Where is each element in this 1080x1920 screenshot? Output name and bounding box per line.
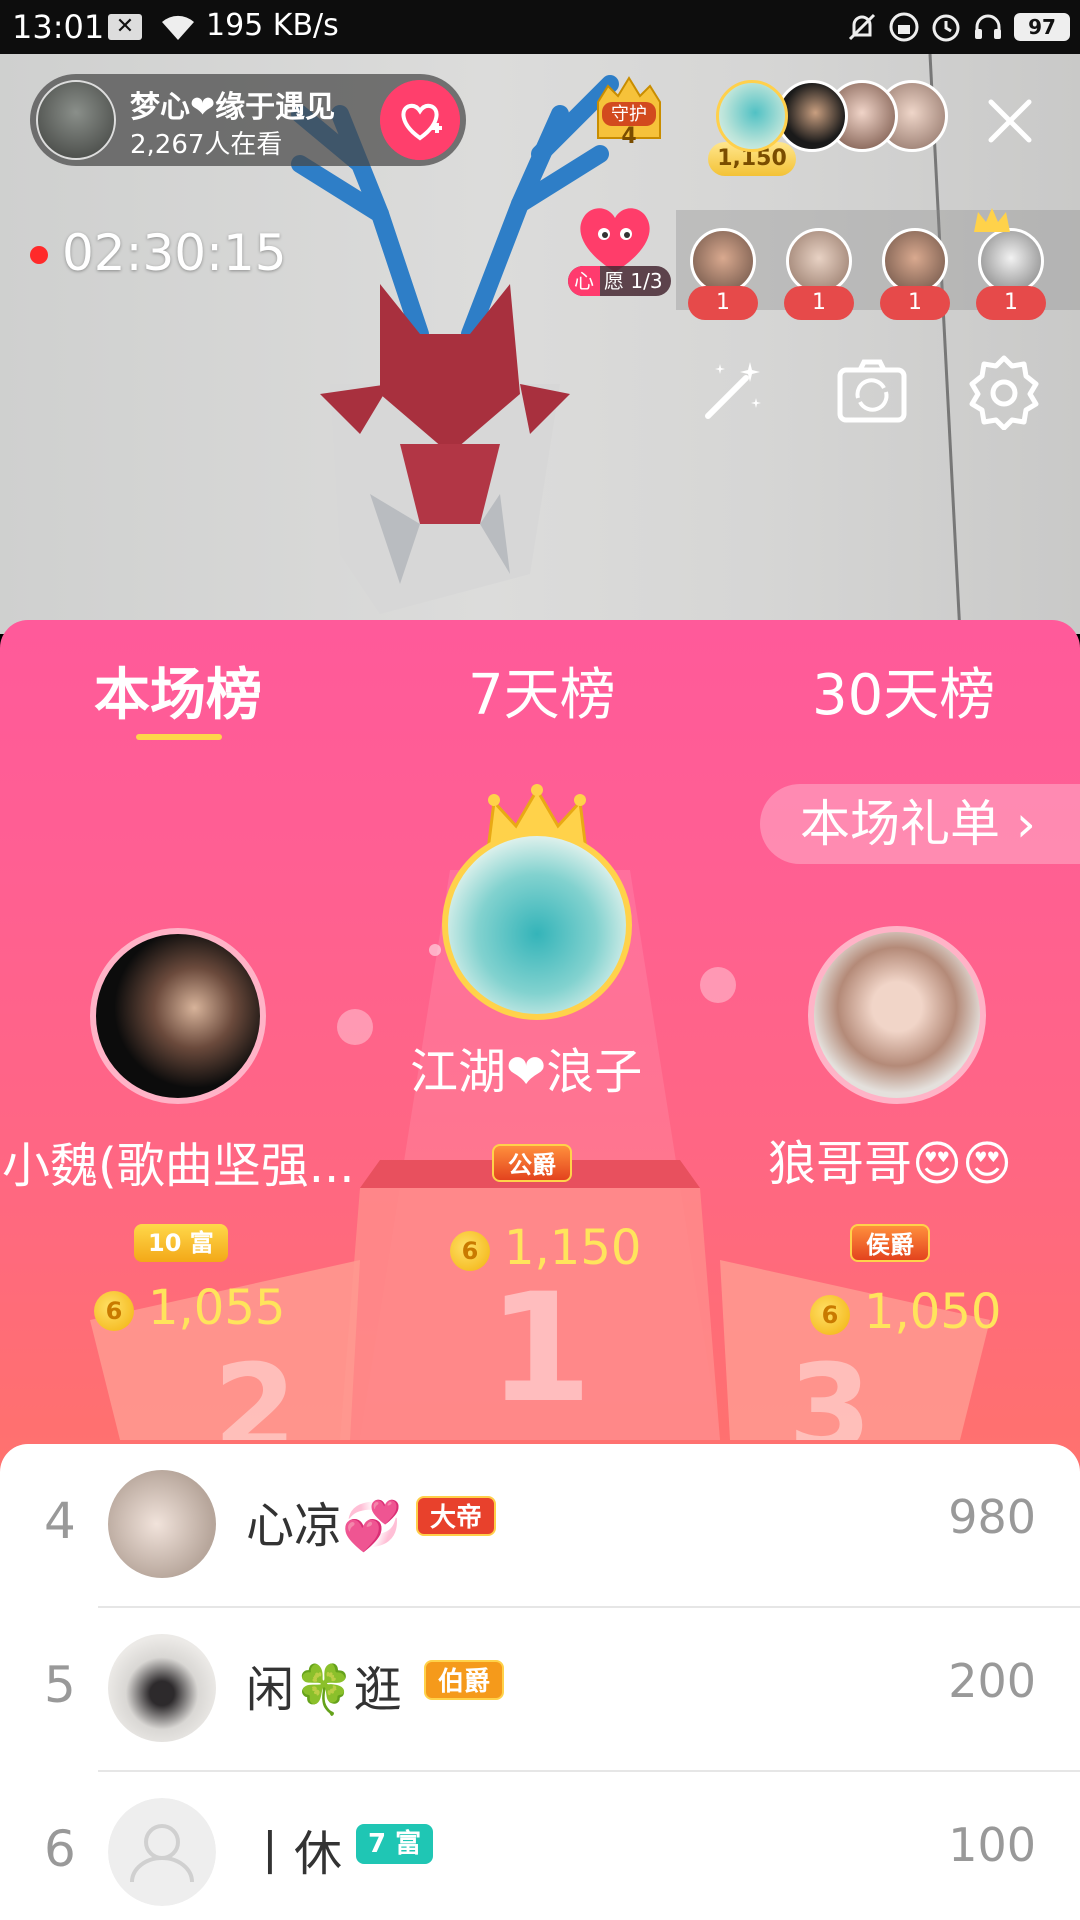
- rank-2-name[interactable]: 小魏(歌曲坚强...: [2, 1126, 355, 1196]
- top-contributors[interactable]: [716, 80, 948, 156]
- guard-label: 守护: [611, 104, 647, 125]
- coin-icon: 6: [450, 1231, 490, 1271]
- wifi-icon: [162, 15, 194, 41]
- gift-count: 1: [784, 286, 854, 320]
- alarm-icon: [932, 14, 960, 42]
- live-video-area: 梦心❤缘于遇见 2,267人在看 守护 4 1,150 02:30:15 心 愿…: [0, 54, 1080, 634]
- rank-1-score: 6 1,150: [450, 1220, 641, 1276]
- rank-2-avatar[interactable]: [90, 928, 266, 1104]
- live-timer: 02:30:15: [62, 224, 287, 282]
- battery-icon: 97: [1014, 13, 1070, 41]
- rank-1-title-badge: 公爵: [492, 1144, 572, 1182]
- status-icons: 97: [846, 8, 1070, 46]
- lock-icon: [889, 12, 919, 42]
- wish-prefix: 心: [568, 266, 600, 296]
- rank-1-name[interactable]: 江湖❤浪子: [410, 1032, 642, 1102]
- rank-3-avatar[interactable]: [808, 926, 986, 1104]
- status-badge: 大帝: [416, 1496, 497, 1536]
- session-gift-list-button[interactable]: 本场礼单 ›: [760, 784, 1080, 864]
- avatar[interactable]: [108, 1470, 216, 1578]
- switch-camera-icon[interactable]: [834, 354, 910, 430]
- viewer-count: 2,267人在看: [130, 130, 283, 160]
- host-info-pill[interactable]: 梦心❤缘于遇见 2,267人在看: [30, 74, 466, 166]
- list-item[interactable]: 6 丨休 7 富 100: [0, 1772, 1080, 1920]
- status-time: 13:01: [12, 8, 105, 46]
- rank-2-wealth-badge: 10 富: [134, 1224, 228, 1262]
- rank-2-score: 6 1,055: [94, 1280, 285, 1336]
- tab-this-session[interactable]: 本场榜: [94, 650, 262, 731]
- host-avatar[interactable]: [36, 80, 116, 160]
- row-name[interactable]: 心凉💞: [246, 1486, 402, 1556]
- beauty-magic-wand-icon[interactable]: [694, 354, 770, 430]
- rank-3-title-badge: 侯爵: [850, 1224, 930, 1262]
- status-badge: 伯爵: [424, 1660, 505, 1700]
- list-item[interactable]: 4 心凉💞 大帝 980: [0, 1444, 1080, 1608]
- status-bar: 13:01 ✕ 195 KB/s 97: [0, 0, 1080, 54]
- gift-count: 1: [688, 286, 758, 320]
- row-rank: 6: [44, 1820, 76, 1878]
- tab-30-days[interactable]: 30天榜: [812, 650, 995, 731]
- rank-1-avatar[interactable]: [442, 830, 632, 1020]
- list-item[interactable]: 5 闲🍀逛 伯爵 200: [0, 1608, 1080, 1772]
- guard-count: 4: [621, 124, 637, 149]
- gift-sender-avatar[interactable]: [690, 228, 756, 294]
- host-name: 梦心❤缘于遇见: [130, 90, 336, 125]
- coin-icon: 6: [810, 1295, 850, 1335]
- wish-progress-tag[interactable]: 心 愿 1/3: [568, 266, 671, 296]
- podium-number-3: 3: [788, 1340, 872, 1440]
- row-rank: 5: [44, 1656, 76, 1714]
- settings-gear-icon[interactable]: [966, 354, 1042, 430]
- gift-count: 1: [880, 286, 950, 320]
- notification-x-icon: ✕: [108, 14, 142, 40]
- gift-sender-avatar[interactable]: [882, 228, 948, 294]
- row-score: 200: [948, 1654, 1036, 1708]
- rank-3-score: 6 1,050: [810, 1284, 1001, 1340]
- gift-count: 1: [976, 286, 1046, 320]
- coin-icon: 6: [94, 1291, 134, 1331]
- rank-list: 4 心凉💞 大帝 980 5 闲🍀逛 伯爵 200 6 丨休 7 富 100: [0, 1444, 1080, 1920]
- row-name[interactable]: 闲🍀逛: [246, 1650, 402, 1720]
- row-score: 980: [948, 1490, 1036, 1544]
- status-badge: 7 富: [356, 1824, 434, 1864]
- row-score: 100: [948, 1818, 1036, 1872]
- gift-sender-avatar[interactable]: [978, 228, 1044, 294]
- avatar[interactable]: [108, 1634, 216, 1742]
- row-name[interactable]: 丨休: [246, 1814, 342, 1884]
- wish-heart-icon[interactable]: [572, 198, 658, 276]
- close-icon[interactable]: [985, 96, 1035, 146]
- rank-3-name[interactable]: 狼哥哥😍😍: [768, 1124, 1012, 1194]
- default-avatar-icon[interactable]: [108, 1798, 216, 1906]
- crown-icon: [974, 208, 1010, 232]
- podium-number-2: 2: [213, 1340, 297, 1440]
- wish-progress: 愿 1/3: [604, 269, 663, 293]
- follow-heart-button[interactable]: [380, 80, 460, 160]
- gift-sender-avatar[interactable]: [786, 228, 852, 294]
- contributor-avatar[interactable]: [716, 80, 788, 152]
- network-speed: 195 KB/s: [206, 8, 339, 43]
- active-tab-indicator: [136, 734, 222, 740]
- podium-number-1: 1: [488, 1262, 592, 1436]
- tab-7-days[interactable]: 7天榜: [468, 650, 616, 731]
- headset-icon: [975, 14, 1001, 39]
- row-rank: 4: [44, 1492, 76, 1550]
- mute-icon: [848, 13, 876, 41]
- live-recording-dot: [30, 246, 48, 264]
- gift-senders-bar: 1 1 1 1: [676, 210, 1080, 320]
